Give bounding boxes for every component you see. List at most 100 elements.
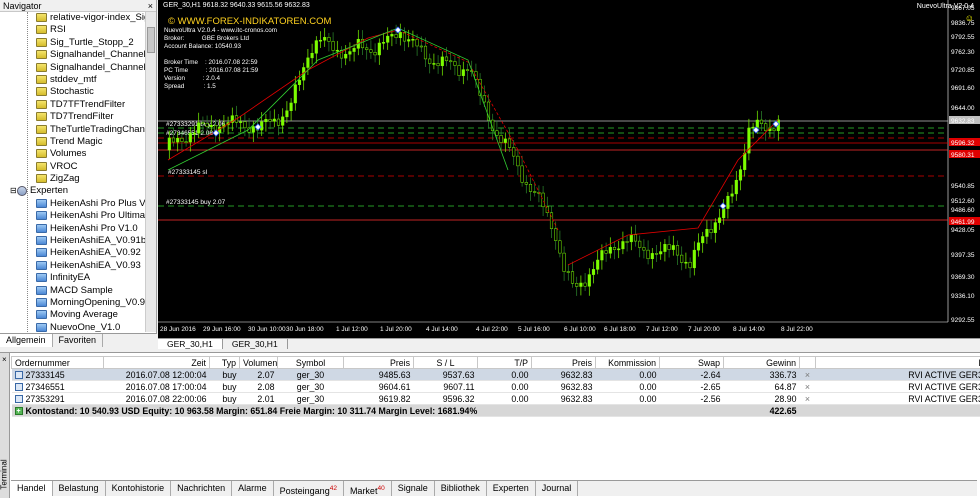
column-header[interactable]: Zeit	[103, 356, 210, 369]
tree-item-indicator[interactable]: TheTurtleTradingChanne	[0, 124, 146, 136]
tree-item-expert[interactable]: HeikenAshiEA_V0.92	[0, 247, 146, 259]
cell-value: 0.00	[639, 381, 657, 392]
column-header[interactable]: Swap	[659, 356, 724, 369]
tree-item-expert[interactable]: HeikenAshiEA_V0.91b	[0, 235, 146, 247]
time-axis-label: 7 Jul 12:00	[646, 326, 678, 333]
tree-item-expert[interactable]: HeikenAshi Pro Ultimate V	[0, 210, 146, 222]
tree-folder-experts[interactable]: ⊟ Experten	[0, 185, 146, 197]
time-axis-label: 1 Jul 20:00	[380, 326, 412, 333]
indicator-icon	[36, 50, 47, 60]
tree-item-expert[interactable]: InfinityEA	[0, 272, 146, 284]
price-chart[interactable]: 9867.05 9836.75 9792.55 9762.30 9720.85 9691.…	[158, 0, 980, 338]
tree-item-expert[interactable]: MACD Sample	[0, 285, 146, 297]
tree-item-indicator[interactable]: Volumes	[0, 148, 146, 160]
column-header[interactable]: Symbol	[277, 356, 344, 369]
table-row[interactable]: 27353291 2016.07.08 22:00:06 buy 2.01 ger_30…	[11, 392, 980, 405]
close-order-icon[interactable]: ×	[799, 380, 816, 393]
terminal-tab-label: Nachrichten	[177, 483, 226, 493]
tree-item-indicator[interactable]: Stochastic	[0, 86, 146, 98]
cell-order: 27346551	[11, 380, 104, 393]
terminal-tab[interactable]: Experten	[487, 481, 536, 496]
terminal-tab[interactable]: Posteingang42	[274, 481, 344, 496]
tree-item-expert[interactable]: HeikenAshi Pro Plus V1.0	[0, 198, 146, 210]
expert-advisor-icon	[36, 198, 47, 208]
terminal-tab[interactable]: Bibliothek	[435, 481, 487, 496]
table-cell: buy	[209, 380, 240, 393]
column-header[interactable]: Preis	[343, 356, 414, 369]
candle-body	[453, 61, 457, 66]
cell-value: 2.07	[257, 369, 275, 380]
balance-row: + Kontostand: 10 540.93 USD Equity: 10 96…	[11, 404, 980, 417]
collapse-toggle-icon[interactable]: ⊟	[10, 185, 17, 197]
candle-body	[633, 234, 638, 242]
time-axis-label: 28 Jun 2016	[160, 326, 196, 333]
tree-item-indicator[interactable]: TD7TFTrendFilter	[0, 99, 146, 111]
candle-body	[176, 137, 180, 143]
tree-item-indicator[interactable]: Sig_Turtle_Stopp_2	[0, 37, 146, 49]
column-header[interactable]: Gewinn	[723, 356, 800, 369]
chart-tab-2[interactable]: GER_30,H1	[223, 339, 288, 349]
tree-item-indicator[interactable]: Signalhandel_Channel_1_	[0, 62, 146, 74]
column-header[interactable]: T/P	[477, 356, 532, 369]
column-header[interactable]: Kommission	[595, 356, 660, 369]
chart-canvas[interactable]: 9867.059836.759792.559762.309720.859691.…	[158, 0, 980, 338]
tree-item-indicator[interactable]: Trend Magic	[0, 136, 146, 148]
terminal-tab-label: Journal	[541, 483, 572, 493]
terminal-side-bar: × Terminal	[0, 353, 10, 498]
table-row[interactable]: 27333145 2016.07.08 12:00:04 buy 2.07 ger_30…	[11, 368, 980, 381]
table-cell: ger_30	[277, 380, 344, 393]
terminal-tab[interactable]: Market40	[344, 481, 392, 496]
navigator-tree: relative-vigor-index_Sig RSI Sig_Turtle_St…	[0, 12, 146, 332]
tree-item-indicator[interactable]: relative-vigor-index_Sig	[0, 12, 146, 24]
column-header[interactable]: Volumen	[239, 356, 278, 369]
terminal-tab[interactable]: Kontohistorie	[106, 481, 172, 496]
candle-body	[646, 249, 650, 260]
candle-body	[167, 137, 171, 151]
candle-body	[335, 49, 339, 52]
terminal-tab[interactable]: Signale	[392, 481, 435, 496]
terminal-tab[interactable]: Handel	[11, 481, 53, 496]
tree-item-expert[interactable]: HeikenAshi Pro V1.0	[0, 223, 146, 235]
tree-item-expert[interactable]: HeikenAshiEA_V0.93	[0, 260, 146, 272]
candle-body	[318, 39, 323, 42]
column-header[interactable]: S / L	[413, 356, 478, 369]
candle-body	[440, 56, 444, 67]
order-icon	[14, 395, 23, 404]
tree-item-indicator[interactable]: Signalhandel_Channel	[0, 49, 146, 61]
tree-item-indicator[interactable]: RSI	[0, 24, 146, 36]
tab-favoriten[interactable]: Favoriten	[53, 334, 104, 347]
candle-body	[377, 42, 381, 56]
navigator-scrollbar[interactable]	[145, 12, 156, 332]
tree-item-expert[interactable]: Moving Average	[0, 309, 146, 321]
column-header[interactable]: Ordernummer	[11, 356, 104, 369]
column-header[interactable]: Kommentar	[815, 356, 980, 369]
info-line: Spread : 1.5	[164, 83, 216, 90]
cell-value: 9632.83	[560, 369, 593, 380]
tab-allgemein[interactable]: Allgemein	[0, 334, 53, 347]
navigator-close-icon[interactable]: ×	[148, 0, 153, 12]
column-header[interactable]: Typ	[209, 356, 240, 369]
table-row[interactable]: 27346551 2016.07.08 17:00:04 buy 2.08 ger_30…	[11, 380, 980, 393]
terminal-tab[interactable]: Nachrichten	[171, 481, 233, 496]
tree-item-indicator[interactable]: ZigZag	[0, 173, 146, 185]
terminal-tab-label: Market	[349, 486, 378, 496]
tree-item-indicator[interactable]: TD7TrendFilter	[0, 111, 146, 123]
terminal-tab[interactable]: Journal	[536, 481, 579, 496]
tree-item-indicator[interactable]: stddev_mtf	[0, 74, 146, 86]
terminal-tab[interactable]: Alarme	[232, 481, 274, 496]
price-axis-label: 9397.35	[951, 252, 975, 259]
terminal-tab[interactable]: Belastung	[53, 481, 106, 496]
close-order-icon[interactable]: ×	[799, 392, 816, 405]
column-header[interactable]: Preis	[531, 356, 596, 369]
tree-item-label: VROC	[50, 160, 78, 172]
candle-body	[705, 229, 709, 237]
tree-item-expert[interactable]: NuevoOne_V1.0	[0, 322, 146, 332]
cell-value: 0.00	[511, 393, 529, 404]
tree-item-indicator[interactable]: VROC	[0, 161, 146, 173]
close-order-icon[interactable]: ×	[799, 368, 816, 381]
scrollbar-thumb[interactable]	[147, 27, 155, 53]
tree-item-label: HeikenAshi Pro Plus V1.0	[50, 197, 146, 209]
chart-tab-1[interactable]: GER_30,H1	[158, 339, 223, 349]
candle-body	[369, 49, 373, 53]
tree-item-expert[interactable]: MorningOpening_V0.9	[0, 297, 146, 309]
